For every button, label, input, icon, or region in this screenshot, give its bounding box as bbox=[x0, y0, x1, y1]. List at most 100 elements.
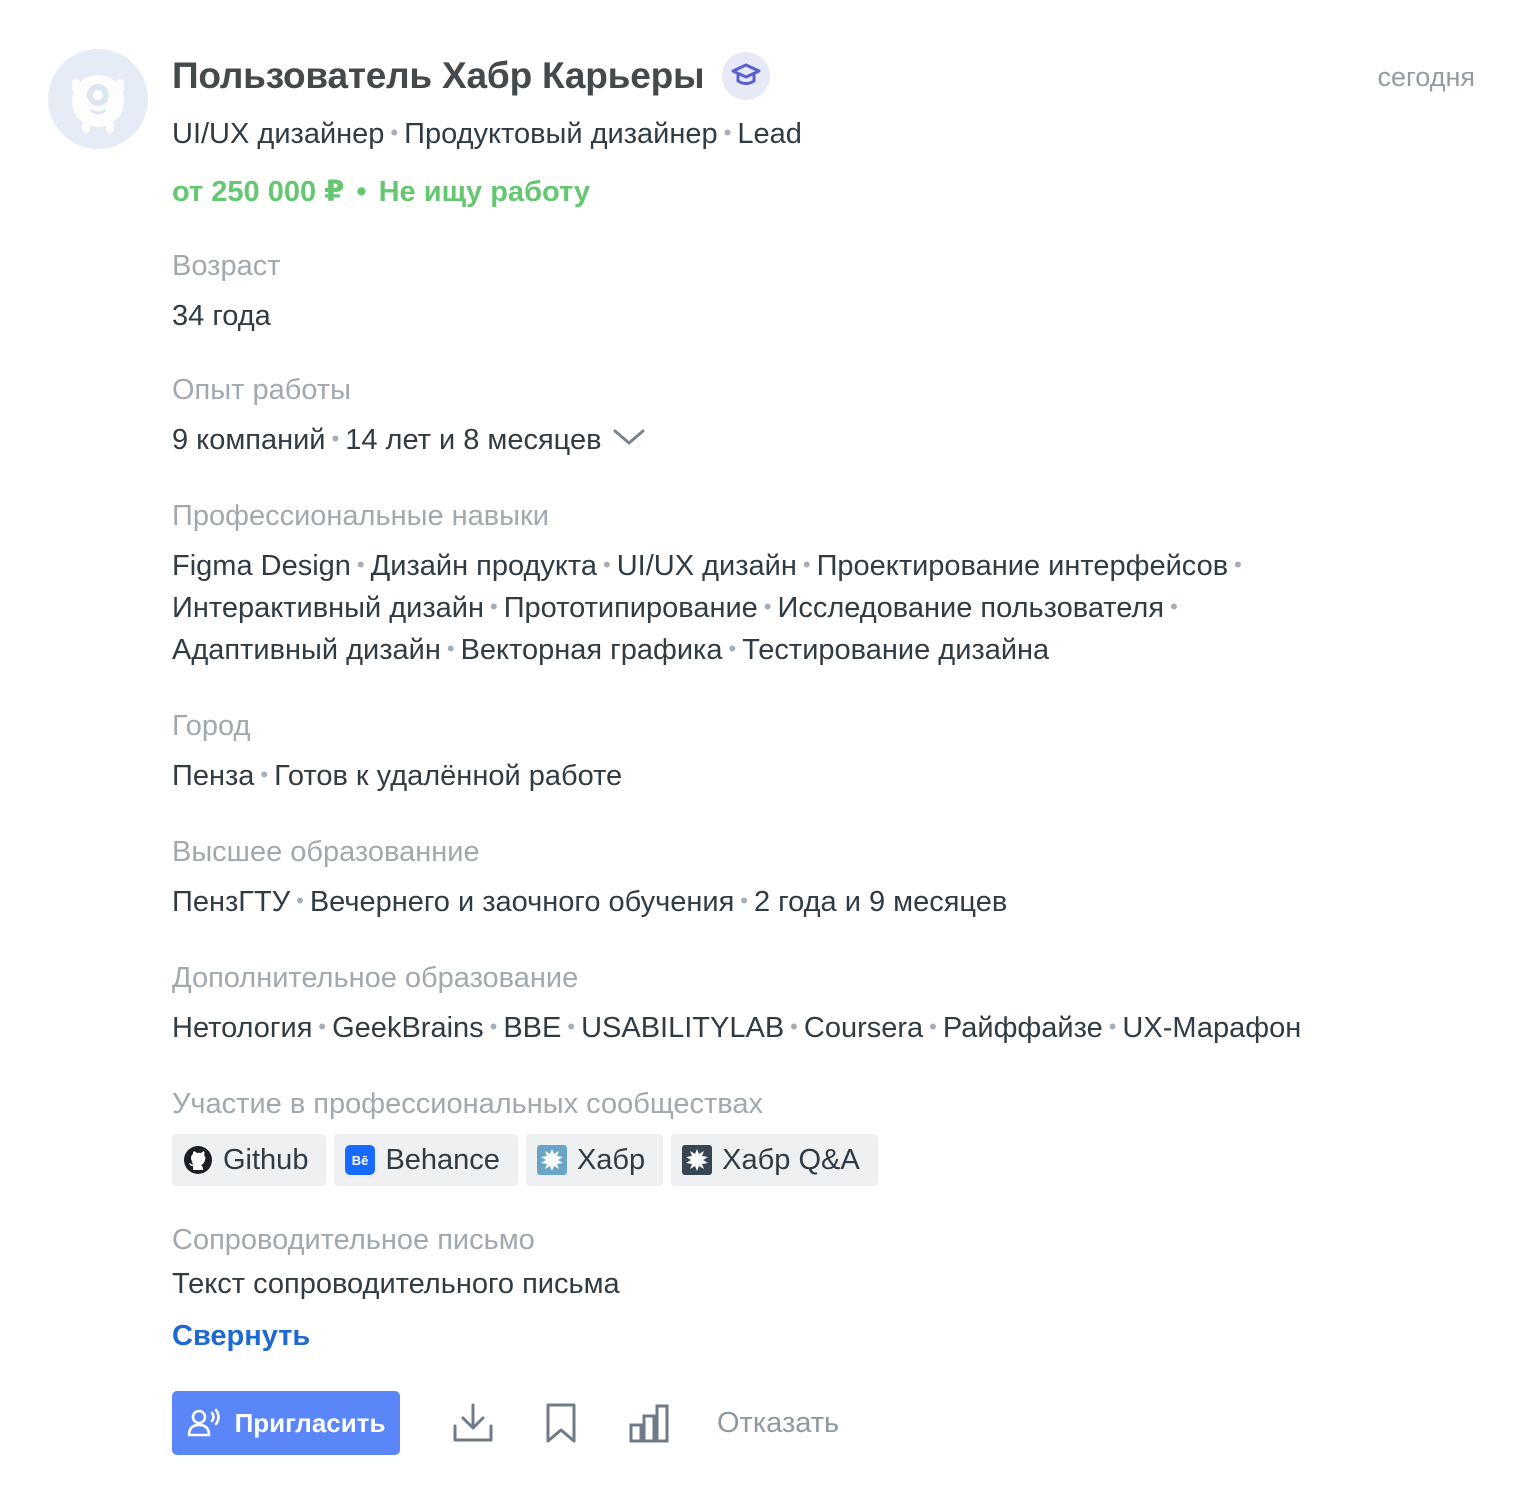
faculty-name: Вечернего и заочного обучения bbox=[309, 886, 735, 918]
community-label: Хабр bbox=[576, 1143, 646, 1176]
avatar[interactable] bbox=[48, 49, 148, 149]
course-item: BBE bbox=[503, 1012, 562, 1044]
university-name[interactable]: ПензГТУ bbox=[172, 886, 290, 918]
position-line: UI/UX дизайнер • Продуктовый дизайнер • Lead bbox=[172, 116, 1482, 154]
experience-duration: 14 лет и 8 месяцев bbox=[345, 424, 602, 456]
download-icon bbox=[453, 1403, 493, 1442]
education-value: ПензГТУ • Вечернего и заочного обучения • 2 … bbox=[172, 882, 1482, 924]
separator-dot: • bbox=[728, 636, 737, 661]
age-label: Возраст bbox=[172, 250, 281, 282]
behance-icon: Bē bbox=[344, 1144, 376, 1176]
skill-item[interactable]: Интерактивный дизайн bbox=[172, 592, 484, 624]
city-label: Город bbox=[172, 710, 251, 742]
skill-item[interactable]: Проектирование интерфейсов bbox=[817, 550, 1229, 582]
position-item: Продуктовый дизайнер bbox=[404, 118, 718, 150]
community-label: Хабр Q&A bbox=[722, 1143, 860, 1176]
extra-education-label: Дополнительное образование bbox=[172, 962, 579, 994]
separator-dot: • bbox=[331, 426, 340, 451]
skill-item[interactable]: Исследование пользователя bbox=[778, 592, 1165, 624]
skill-item[interactable]: Прототипирование bbox=[504, 592, 758, 624]
separator-dot: • bbox=[790, 1014, 798, 1039]
education-duration: 2 года и 9 месяцев bbox=[753, 886, 1008, 918]
bookmark-icon bbox=[546, 1403, 576, 1443]
age-section: Возраст 34 года bbox=[172, 248, 1482, 336]
cover-letter-text: Текст сопроводительного письма bbox=[172, 1268, 620, 1300]
course-item: USABILITYLAB bbox=[581, 1012, 785, 1044]
community-chip-habr[interactable]: Хабр bbox=[525, 1134, 664, 1186]
education-section: Высшее образованние ПензГТУ • Вечернего и … bbox=[172, 834, 1482, 924]
name-row: Пользователь Хабр Карьеры bbox=[172, 50, 1482, 102]
experience-label: Опыт работы bbox=[172, 374, 351, 406]
reject-button[interactable]: Отказать bbox=[717, 1407, 839, 1440]
course-item: Райффайзе bbox=[942, 1012, 1103, 1044]
svg-text:Bē: Bē bbox=[352, 1153, 369, 1168]
separator-dot: • bbox=[1108, 1014, 1117, 1039]
candidate-card: Пользователь Хабр Карьеры UI/UX дизайнер… bbox=[172, 50, 1482, 1304]
separator-dot: • bbox=[446, 636, 455, 661]
stats-button[interactable] bbox=[627, 1399, 671, 1447]
experience-toggle[interactable]: 9 компаний • 14 лет и 8 месяцев bbox=[172, 420, 1482, 462]
habr-icon bbox=[536, 1144, 568, 1176]
separator-dot: • bbox=[723, 120, 732, 145]
separator-dot: • bbox=[603, 552, 611, 577]
community-chip-github[interactable]: Github bbox=[172, 1134, 327, 1186]
position-item: Lead bbox=[737, 118, 802, 150]
city-name: Пенза bbox=[172, 760, 255, 792]
separator-dot: • bbox=[356, 552, 365, 577]
collapse-link[interactable]: Свернуть bbox=[172, 1316, 310, 1356]
separator-dot: • bbox=[390, 120, 399, 145]
skill-item[interactable]: Дизайн продукта bbox=[371, 550, 597, 582]
skill-item[interactable]: Векторная графика bbox=[461, 634, 723, 666]
course-item: Нетология bbox=[172, 1012, 313, 1044]
chevron-down-icon[interactable] bbox=[612, 418, 646, 458]
community-label: Github bbox=[223, 1143, 309, 1176]
skill-item[interactable]: Адаптивный дизайн bbox=[172, 634, 441, 666]
separator-dot: • bbox=[1234, 552, 1242, 577]
skill-item[interactable]: Figma Design bbox=[172, 550, 351, 582]
job-status: Не ищу работу bbox=[378, 176, 591, 208]
communities-section: Участие в профессиональных сообществах G… bbox=[172, 1086, 1482, 1186]
bookmark-button[interactable] bbox=[539, 1399, 583, 1447]
communities-label: Участие в профессиональных сообществах bbox=[172, 1088, 764, 1120]
course-item: Coursera bbox=[803, 1012, 924, 1044]
separator-dot: • bbox=[567, 1014, 576, 1039]
age-value: 34 года bbox=[172, 300, 271, 332]
skill-item[interactable]: Тестирование дизайна bbox=[742, 634, 1049, 666]
separator-dot: • bbox=[489, 594, 498, 619]
bar-chart-icon bbox=[629, 1404, 669, 1443]
cover-letter-section: Сопроводительное письмо Текст сопроводит… bbox=[172, 1222, 1482, 1304]
candidate-name[interactable]: Пользователь Хабр Карьеры bbox=[172, 55, 705, 97]
course-item: UX-Марафон bbox=[1122, 1012, 1302, 1044]
position-item: UI/UX дизайнер bbox=[172, 118, 385, 150]
separator-dot: • bbox=[260, 762, 269, 787]
salary-value: от 250 000 ₽ bbox=[172, 176, 345, 208]
graduation-cap-icon bbox=[722, 52, 771, 100]
extra-education-section: Дополнительное образование Нетология • Gee… bbox=[172, 960, 1482, 1050]
separator-dot: • bbox=[740, 888, 748, 913]
extra-education-list: Нетология • GeekBrains • BBE • USABILITYLAB • Co… bbox=[172, 1008, 1482, 1050]
invite-user-icon bbox=[187, 1408, 220, 1437]
city-value: Пенза • Готов к удалённой работе bbox=[172, 756, 1482, 798]
separator-dot: • bbox=[348, 176, 375, 208]
city-section: Город Пенза • Готов к удалённой работе bbox=[172, 708, 1482, 798]
community-chip-behance[interactable]: Bē Behance bbox=[334, 1134, 518, 1186]
separator-dot: • bbox=[489, 1014, 498, 1039]
github-icon bbox=[182, 1144, 214, 1176]
skill-item[interactable]: UI/UX дизайн bbox=[617, 550, 797, 582]
experience-section: Опыт работы 9 компаний • 14 лет и 8 месяце… bbox=[172, 372, 1482, 462]
separator-dot: • bbox=[929, 1014, 937, 1039]
invite-button[interactable]: Пригласить bbox=[172, 1391, 400, 1455]
community-chip-habr-qa[interactable]: Хабр Q&A bbox=[671, 1134, 878, 1186]
separator-dot: • bbox=[318, 1014, 327, 1039]
invite-label: Пригласить bbox=[234, 1407, 386, 1438]
separator-dot: • bbox=[1170, 594, 1178, 619]
cover-letter-label: Сопроводительное письмо bbox=[172, 1224, 535, 1256]
remote-status: Готов к удалённой работе bbox=[274, 760, 623, 792]
download-button[interactable] bbox=[451, 1399, 495, 1447]
habr-qa-icon bbox=[681, 1144, 713, 1176]
robot-avatar-icon bbox=[72, 75, 124, 133]
companies-count: 9 компаний bbox=[172, 424, 326, 456]
separator-dot: • bbox=[763, 594, 772, 619]
community-label: Behance bbox=[385, 1143, 500, 1176]
separator-dot: • bbox=[296, 888, 304, 913]
